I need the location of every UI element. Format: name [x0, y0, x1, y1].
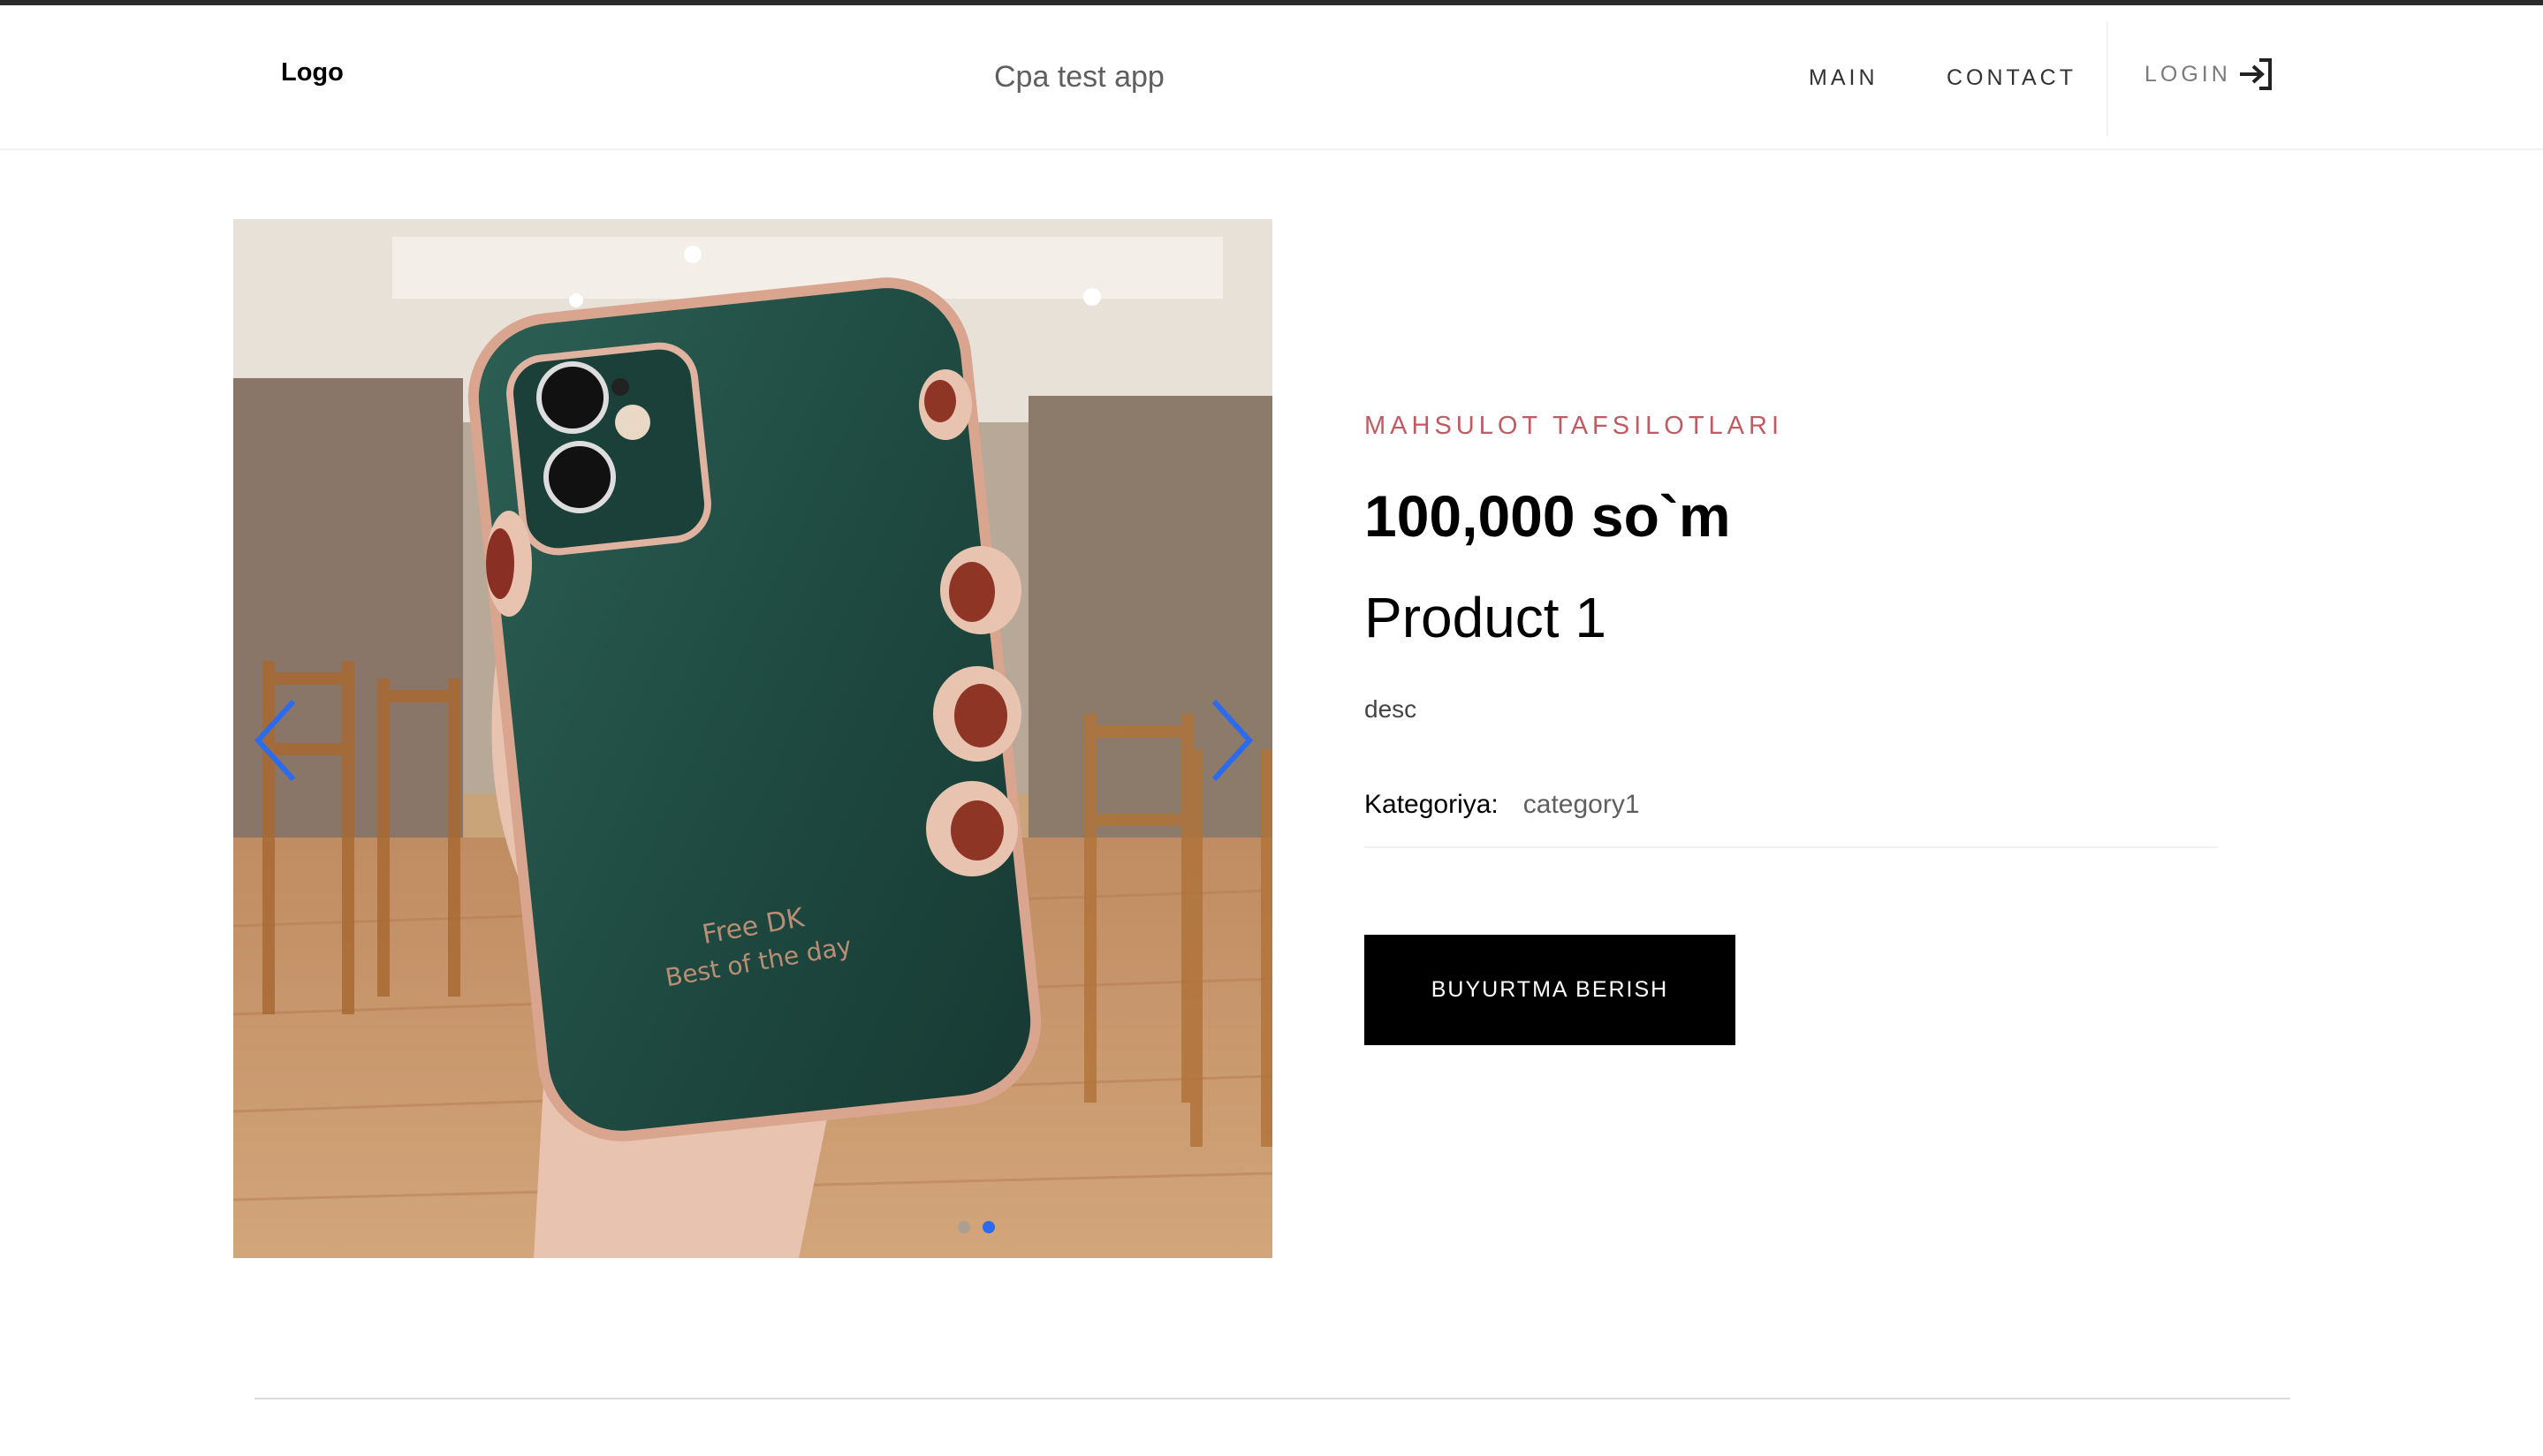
- login-icon: [2239, 58, 2272, 90]
- carousel-next-button[interactable]: [1203, 696, 1256, 785]
- details-eyebrow: MAHSULOT TAFSILOTLARI: [1364, 412, 1784, 440]
- nav-main-link[interactable]: MAIN: [1809, 65, 1879, 91]
- carousel-dot[interactable]: [958, 1221, 970, 1233]
- login-link[interactable]: LOGIN: [2144, 57, 2275, 92]
- category-value: category1: [1522, 790, 1640, 819]
- product-price: 100,000 so`m: [1364, 483, 1731, 549]
- category-row: Kategoriya: category1: [1364, 790, 2218, 848]
- nav-contact-link[interactable]: CONTACT: [1947, 65, 2076, 91]
- footer-divider: [254, 1398, 2290, 1399]
- category-label: Kategoriya:: [1364, 790, 1499, 819]
- product-description: desc: [1364, 695, 1417, 723]
- order-button[interactable]: BUYURTMA BERISH: [1364, 935, 1735, 1045]
- carousel-prev-button[interactable]: [251, 696, 304, 785]
- logo-link[interactable]: Logo: [281, 58, 344, 87]
- app-title: Cpa test app: [994, 60, 1165, 94]
- login-label: LOGIN: [2144, 61, 2231, 87]
- site-header: Logo Cpa test app MAIN CONTACT LOGIN: [0, 5, 2543, 150]
- product-image-carousel[interactable]: Free DK Best of the day: [233, 219, 1272, 1258]
- carousel-pagination: [958, 1221, 995, 1233]
- carousel-dot-active[interactable]: [983, 1221, 995, 1233]
- product-photo: Free DK Best of the day: [233, 219, 1272, 1258]
- nav-divider: [2107, 21, 2108, 136]
- product-title: Product 1: [1364, 586, 1606, 649]
